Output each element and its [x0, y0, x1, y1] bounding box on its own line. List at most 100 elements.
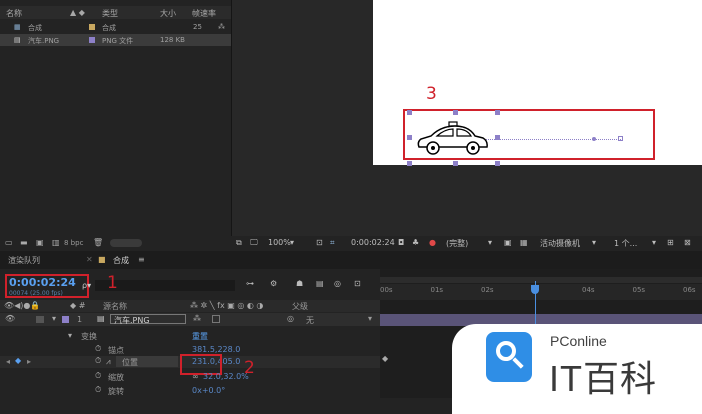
reset-exposure-icon[interactable]: ⊠: [684, 238, 691, 247]
roi-icon[interactable]: ▣: [504, 238, 512, 247]
flowchart-icon[interactable]: ⁂: [218, 23, 225, 31]
motion-keyframe[interactable]: [618, 136, 623, 141]
timeline-layer-panel: 0:00:02:24 00074 (25.00 fps) ρ▾ 1 ⊶ ⚙ ☗ …: [0, 269, 380, 398]
transform-handle[interactable]: [495, 110, 500, 115]
scrollbar[interactable]: [110, 239, 142, 247]
tab-render-queue[interactable]: 渲染队列: [8, 255, 40, 266]
chevron-down-icon[interactable]: ▾: [488, 238, 492, 247]
transform-handle[interactable]: [495, 161, 500, 166]
expand-icon[interactable]: ▾: [68, 331, 72, 340]
resolution-select[interactable]: (完整): [446, 238, 468, 249]
chevron-down-icon[interactable]: ▾: [290, 238, 294, 247]
frame-blend-icon[interactable]: ▤: [316, 279, 324, 288]
constrain-icon[interactable]: ∞: [192, 372, 199, 381]
transparency-grid-icon[interactable]: ▦: [520, 238, 528, 247]
new-folder-icon[interactable]: ▬: [20, 238, 28, 247]
label-icon[interactable]: ◆ #: [70, 301, 85, 310]
tab-comp[interactable]: 合成: [113, 255, 129, 266]
switch-box[interactable]: [212, 315, 220, 323]
transform-group[interactable]: 变换: [81, 331, 97, 342]
label-icon[interactable]: ▲ ◆: [70, 8, 85, 17]
transform-handle[interactable]: [453, 110, 458, 115]
draft-3d-icon[interactable]: ⚙: [270, 279, 277, 288]
car-icon[interactable]: [415, 120, 490, 158]
scale-value[interactable]: 32.0,32.0%: [203, 372, 249, 381]
anchor-value[interactable]: 381.5,228.0: [192, 345, 240, 354]
layer-column-header: 👁◀)●🔒 ◆ # 源名称 ⁂ ✲ ╲ fx ▣ ◎ ◐ ◑ 父级: [0, 300, 380, 312]
rotation-value[interactable]: 0x+0.0°: [192, 386, 225, 395]
keyframe-marker-icon[interactable]: ◆: [382, 354, 388, 363]
layer-name[interactable]: 汽车.PNG: [114, 315, 150, 326]
stopwatch-icon[interactable]: ⏱: [95, 371, 101, 381]
column-type[interactable]: 类型: [102, 8, 118, 19]
transform-handle[interactable]: [407, 161, 412, 166]
stopwatch-icon[interactable]: ⏱: [95, 356, 101, 366]
switches-icon[interactable]: ⁂ ✲ ╲ fx ▣ ◎ ◐ ◑: [190, 301, 263, 310]
transform-handle[interactable]: [407, 110, 412, 115]
composition-canvas[interactable]: [373, 0, 702, 166]
zoom-select[interactable]: 100%: [268, 238, 291, 247]
shy-icon[interactable]: ☗: [296, 279, 303, 288]
project-item-png[interactable]: ▤ 汽车.PNG PNG 文件 128 KB: [0, 34, 231, 46]
label-swatch[interactable]: [89, 24, 95, 30]
view-layout-select[interactable]: 1 个...: [614, 238, 637, 249]
composition-viewer[interactable]: 3: [232, 0, 702, 236]
layer-row[interactable]: 👁 ▾ 1 ▤ 汽车.PNG ⁂ ◎ 无 ▾: [0, 313, 380, 326]
column-size[interactable]: 大小: [160, 8, 176, 19]
ruler-label: 00s: [380, 286, 393, 294]
motion-keyframe[interactable]: [592, 137, 596, 141]
bpc-label[interactable]: 8 bpc: [64, 239, 83, 247]
work-area-bar[interactable]: [380, 277, 702, 283]
always-preview-icon[interactable]: ⧉: [236, 238, 242, 248]
snapshot-icon[interactable]: ♣: [412, 238, 419, 247]
column-source-name[interactable]: 源名称: [103, 301, 127, 312]
graph-editor-icon[interactable]: ⊡: [354, 279, 361, 288]
label-swatch[interactable]: [89, 37, 95, 43]
solo-toggle[interactable]: [36, 316, 44, 323]
chevron-down-icon[interactable]: ▾: [592, 238, 596, 247]
column-name[interactable]: 名称: [6, 8, 22, 19]
viewer-time[interactable]: 0:00:02:24: [351, 238, 395, 247]
motion-blur-icon[interactable]: ◎: [334, 279, 341, 288]
expand-icon[interactable]: ▾: [52, 314, 56, 323]
keyframe-icon[interactable]: ◆: [15, 356, 21, 365]
graph-icon[interactable]: ⩘: [106, 357, 111, 367]
trash-icon[interactable]: 🗑: [93, 238, 103, 247]
timeline-tabs: 渲染队列 ✕ ■ 合成 ≡: [0, 251, 702, 269]
stopwatch-icon[interactable]: ⏱: [95, 385, 101, 395]
time-ruler[interactable]: 00s 01s 02s 04s 05s 06s: [380, 284, 702, 300]
monitor-icon[interactable]: 🖵: [250, 238, 258, 248]
pickwhip-icon[interactable]: ◎: [287, 314, 294, 323]
menu-icon[interactable]: ≡: [138, 255, 145, 264]
column-parent[interactable]: 父级: [292, 301, 308, 312]
new-comp-icon[interactable]: ▣: [36, 238, 44, 247]
stopwatch-icon[interactable]: ⏱: [95, 344, 101, 354]
prev-keyframe-icon[interactable]: ◂: [6, 357, 10, 366]
property-position: 位置: [122, 358, 138, 367]
camera-icon[interactable]: ◘: [398, 238, 404, 247]
transform-handle[interactable]: [453, 161, 458, 166]
chevron-down-icon[interactable]: ▾: [652, 238, 656, 247]
fast-preview-icon[interactable]: ⊞: [667, 238, 674, 247]
close-icon[interactable]: ✕: [86, 255, 93, 264]
transform-handle[interactable]: [407, 135, 412, 140]
comp-flowchart-icon[interactable]: ⊶: [246, 279, 254, 288]
collapse-switch-icon[interactable]: ⁂: [193, 314, 201, 323]
channel-icon[interactable]: ●: [429, 238, 436, 247]
settings-icon[interactable]: ▥: [52, 238, 60, 247]
column-fps[interactable]: 帧速率: [192, 8, 216, 19]
ruler-label: 05s: [632, 286, 646, 294]
search-input[interactable]: ρ▾: [82, 281, 91, 290]
next-keyframe-icon[interactable]: ▸: [27, 357, 31, 366]
project-item-comp[interactable]: ▦ 合成 合成 25 ⁂: [0, 21, 231, 33]
av-features-icon[interactable]: 👁◀)●🔒: [4, 301, 40, 310]
parent-select[interactable]: 无: [306, 315, 314, 326]
region-icon[interactable]: ⊡: [316, 238, 323, 247]
eye-icon[interactable]: 👁: [5, 314, 15, 323]
camera-select[interactable]: 活动摄像机: [540, 238, 580, 249]
chevron-down-icon[interactable]: ▾: [368, 314, 372, 323]
grid-icon[interactable]: ⌗: [330, 238, 335, 248]
reset-link[interactable]: 重置: [192, 331, 208, 342]
layer-label-swatch[interactable]: [62, 316, 69, 323]
interpret-footage-icon[interactable]: ▭: [5, 238, 13, 247]
